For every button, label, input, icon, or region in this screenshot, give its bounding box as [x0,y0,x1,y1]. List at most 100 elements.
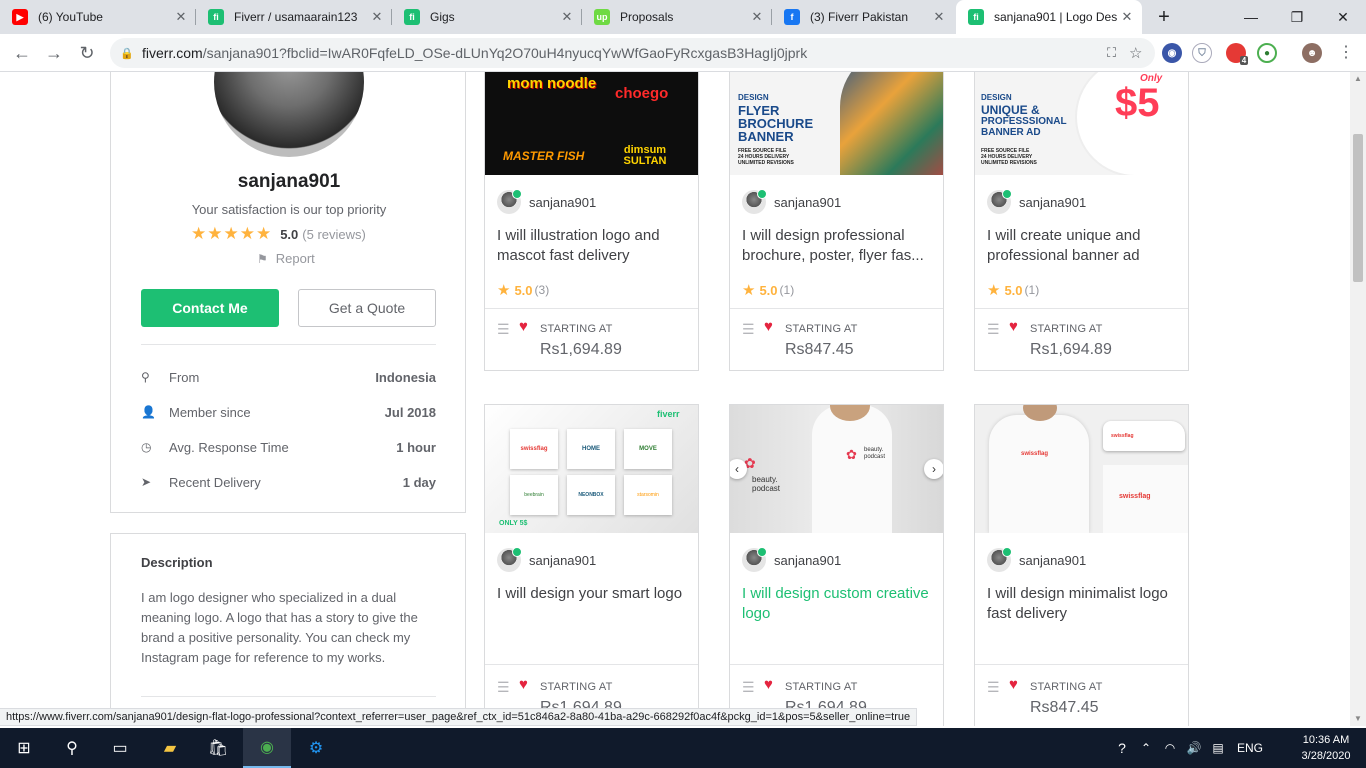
collections-menu-icon[interactable]: ☰ [497,679,510,696]
gig-title[interactable]: I will illustration logo and mascot fast… [497,226,687,266]
close-icon[interactable]: ✕ [558,9,576,25]
carousel-prev-arrow[interactable]: ‹ [730,459,747,479]
gig-thumbnail[interactable]: DESIGN FLYER BROCHURE BANNER FREE SOURCE… [730,72,943,175]
thumb-text: $5 [1115,81,1160,125]
task-view-icon[interactable]: ▭ [96,728,144,768]
gig-seller[interactable]: sanjana901 [742,547,841,572]
gig-thumbnail[interactable]: ✿ beauty. podcast ✿ beauty. podcast ‹ › [730,405,943,533]
upwork-icon: up [594,9,610,25]
gig-seller[interactable]: sanjana901 [742,189,841,214]
page-scrollbar[interactable]: ▲ ▼ [1350,72,1366,726]
close-icon[interactable]: ✕ [748,9,766,25]
chevron-up-icon[interactable]: ⌃ [1134,741,1158,755]
reload-button[interactable]: ↻ [75,42,99,64]
language-indicator[interactable]: ENG [1230,741,1270,755]
wifi-icon[interactable]: ◠ [1158,741,1182,755]
gig-seller[interactable]: sanjana901 [497,547,597,572]
carousel-next-arrow[interactable]: › [924,459,943,479]
gig-seller[interactable]: sanjana901 [987,547,1086,572]
tab-fiverr-pakistan[interactable]: f (3) Fiverr Pakistan ✕ [772,0,954,34]
volume-icon[interactable]: 🔊 [1182,741,1206,755]
tab-proposals[interactable]: up Proposals ✕ [582,0,772,34]
heart-icon[interactable]: ♥ [1009,676,1018,693]
get-a-quote-button[interactable]: Get a Quote [298,289,436,327]
heart-icon[interactable]: ♥ [764,318,773,335]
shield-extension-icon[interactable]: ⛉ [1192,43,1212,63]
url-text: fiverr.com/sanjana901?fbclid=IwAR0FqfeLD… [142,45,1107,61]
fiverr-icon: fi [208,9,224,25]
extension-icon[interactable]: ◉ [1162,43,1182,63]
seller-username[interactable]: sanjana901 [111,171,467,193]
restore-button[interactable]: ❐ [1274,0,1320,34]
gig-price[interactable]: Rs847.45 [785,341,854,359]
scroll-down-icon[interactable]: ▼ [1354,714,1362,723]
gig-thumbnail[interactable]: swissflag swissflag swissflag [975,405,1188,533]
contact-me-button[interactable]: Contact Me [141,289,279,327]
report-link[interactable]: ⚑ Report [257,251,315,266]
profile-avatar[interactable]: ☻ [1302,43,1322,63]
reviews-count[interactable]: (5 reviews) [302,227,366,242]
gig-card[interactable]: mom noodle choego MASTER FISH dimsum SUL… [484,72,699,371]
store-icon[interactable]: 🛍 [194,728,242,768]
heart-icon[interactable]: ♥ [519,676,528,693]
gig-seller[interactable]: sanjana901 [497,189,596,214]
tab-fiverr-usama[interactable]: fi Fiverr / usamaarain123 ✕ [196,0,392,34]
new-tab-button[interactable]: + [1152,6,1176,28]
heart-icon[interactable]: ♥ [764,676,773,693]
collections-menu-icon[interactable]: ☰ [987,679,1000,696]
collections-menu-icon[interactable]: ☰ [742,679,755,696]
collections-menu-icon[interactable]: ☰ [987,321,1000,338]
gig-card[interactable]: DESIGN FLYER BROCHURE BANNER FREE SOURCE… [729,72,944,371]
gig-thumbnail[interactable]: fiverr swissflag HOME MOVE beebrain NEON… [485,405,698,533]
notification-icon[interactable]: ▤ [1206,741,1230,755]
menu-dots-icon[interactable]: ⋮ [1334,42,1358,64]
gig-price[interactable]: Rs1,694.89 [540,341,622,359]
stat-recent-delivery: ➤ Recent Delivery 1 day [141,472,436,492]
gig-card[interactable]: fiverr swissflag HOME MOVE beebrain NEON… [484,404,699,726]
close-window-button[interactable]: ✕ [1320,0,1366,34]
gig-thumbnail[interactable]: Only $5 DESIGN UNIQUE & PROFESSSIONAL BA… [975,72,1188,175]
back-button[interactable]: ← [10,42,34,64]
heart-icon[interactable]: ♥ [1009,318,1018,335]
bookmark-star-icon[interactable]: ☆ [1129,44,1155,62]
gig-title[interactable]: I will design professional brochure, pos… [742,226,932,266]
taskbar-clock[interactable]: 10:36 AM 3/28/2020 [1296,732,1356,764]
file-explorer-icon[interactable]: ▰ [146,728,194,768]
gig-title[interactable]: I will design custom creative logo [742,584,932,624]
collections-menu-icon[interactable]: ☰ [742,321,755,338]
seller-name: sanjana901 [529,552,597,568]
chrome-icon[interactable]: ◉ [243,728,291,768]
minimize-button[interactable]: — [1228,0,1274,34]
close-icon[interactable]: ✕ [172,9,190,25]
gig-title[interactable]: I will create unique and professional ba… [987,226,1177,266]
heart-icon[interactable]: ♥ [519,318,528,335]
translate-icon[interactable]: ⛶ [1107,45,1129,61]
gig-card[interactable]: Only $5 DESIGN UNIQUE & PROFESSSIONAL BA… [974,72,1189,371]
gig-price[interactable]: Rs1,694.89 [1030,341,1112,359]
settings-gear-icon[interactable]: ⚙ [292,728,340,768]
gig-thumbnail[interactable]: mom noodle choego MASTER FISH dimsum SUL… [485,72,698,175]
forward-button[interactable]: → [42,42,66,64]
address-bar[interactable]: 🔒 fiverr.com/sanjana901?fbclid=IwAR0Fqfe… [110,38,1155,68]
help-icon[interactable]: ? [1110,740,1134,756]
close-icon[interactable]: ✕ [930,9,948,25]
gig-seller[interactable]: sanjana901 [987,189,1086,214]
gig-title[interactable]: I will design minimalist logo fast deliv… [987,584,1177,624]
close-icon[interactable]: ✕ [1118,9,1136,25]
windows-start-icon[interactable]: ⊞ [0,728,48,768]
tab-sanjana[interactable]: fi sanjana901 | Logo Desig ✕ [956,0,1142,34]
gig-price[interactable]: Rs847.45 [1030,699,1099,717]
gig-title[interactable]: I will design your smart logo [497,584,687,624]
close-icon[interactable]: ✕ [368,9,386,25]
search-icon[interactable]: ⚲ [48,728,96,768]
gig-card[interactable]: swissflag swissflag swissflag sanjana901… [974,404,1189,726]
collections-menu-icon[interactable]: ☰ [497,321,510,338]
green-extension-icon[interactable]: ● [1257,43,1277,63]
scroll-up-icon[interactable]: ▲ [1354,74,1362,83]
gig-card[interactable]: ✿ beauty. podcast ✿ beauty. podcast ‹ › … [729,404,944,726]
send-icon: ➤ [141,475,152,489]
notification-extension-icon[interactable]: 4 [1226,43,1249,65]
scrollbar-thumb[interactable] [1353,134,1363,282]
tab-gigs[interactable]: fi Gigs ✕ [392,0,582,34]
tab-youtube[interactable]: ▶ (6) YouTube ✕ [0,0,196,34]
